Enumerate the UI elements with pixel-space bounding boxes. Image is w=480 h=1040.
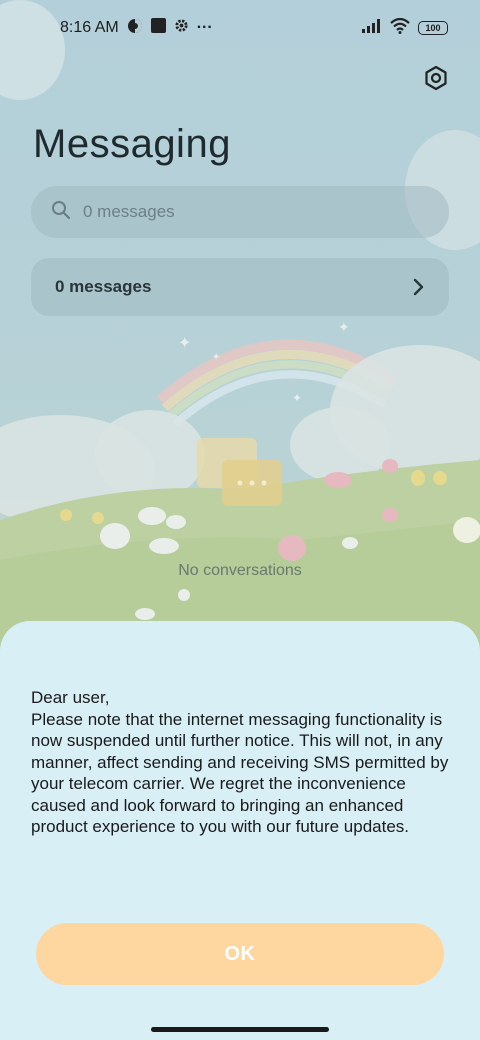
messages-card-label: 0 messages — [55, 277, 152, 296]
chevron-right-icon — [413, 278, 425, 296]
svg-text:✦: ✦ — [292, 391, 302, 405]
search-icon — [51, 200, 71, 225]
battery-icon: 100 — [418, 21, 448, 35]
status-bar: 8:16 AM ··· 100 — [0, 0, 480, 56]
settings-icon — [423, 65, 449, 96]
svg-text:✦: ✦ — [212, 352, 220, 363]
notice-dialog: Dear user, Please note that the internet… — [0, 621, 480, 1040]
wifi-icon — [390, 17, 410, 39]
search-bar[interactable] — [31, 186, 449, 238]
svg-text:✦: ✦ — [338, 319, 350, 335]
messages-card[interactable]: 0 messages — [31, 258, 449, 316]
status-time: 8:16 AM — [60, 19, 119, 36]
svg-text:✦: ✦ — [178, 335, 191, 352]
notice-message: Dear user, Please note that the internet… — [31, 688, 449, 836]
settings-button[interactable] — [422, 65, 450, 96]
vpn-status-icon — [127, 18, 143, 39]
search-input[interactable] — [83, 202, 403, 222]
square-notification-icon — [150, 18, 166, 38]
more-notifications-dots: ··· — [196, 19, 213, 36]
ok-button[interactable]: OK — [36, 923, 444, 985]
page-title: Messaging — [33, 122, 231, 166]
empty-state-text: No conversations — [178, 562, 302, 579]
settings-gear-status-icon — [174, 18, 189, 38]
signal-icon — [362, 18, 382, 38]
home-indicator[interactable] — [151, 1027, 329, 1032]
